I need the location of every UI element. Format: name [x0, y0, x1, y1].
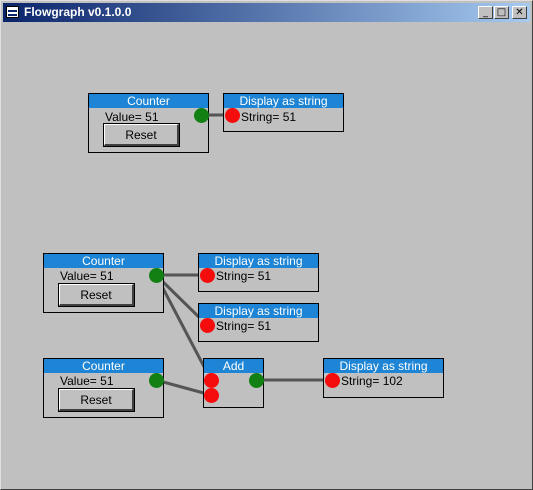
reset-button[interactable]: Reset	[103, 123, 180, 147]
counter-value: Value= 51	[105, 110, 159, 124]
input-port-add-a[interactable]	[204, 373, 219, 388]
reset-button[interactable]: Reset	[58, 283, 135, 307]
node-title[interactable]: Display as string	[199, 254, 318, 268]
input-port-display-3[interactable]	[200, 318, 215, 333]
node-title[interactable]: Display as string	[324, 359, 443, 373]
counter-node-2[interactable]: Counter Value= 51 Reset	[43, 253, 164, 313]
display-string: String= 102	[341, 374, 403, 388]
display-string: String= 51	[216, 269, 272, 283]
output-port-counter-2[interactable]	[149, 268, 164, 283]
counter-value: Value= 51	[60, 374, 114, 388]
node-title[interactable]: Display as string	[224, 94, 343, 108]
close-button[interactable]: ✕	[512, 6, 527, 19]
counter-value: Value= 51	[60, 269, 114, 283]
maximize-button[interactable]: □	[494, 6, 509, 19]
output-port-add[interactable]	[249, 373, 264, 388]
input-port-display-4[interactable]	[325, 373, 340, 388]
input-port-add-b[interactable]	[204, 388, 219, 403]
display-node-1[interactable]: Display as string String= 51	[223, 93, 344, 132]
input-port-display-1[interactable]	[225, 108, 240, 123]
node-title[interactable]: Counter	[89, 94, 208, 108]
counter-node-3[interactable]: Counter Value= 51 Reset	[43, 358, 164, 418]
node-title[interactable]: Counter	[44, 359, 163, 373]
display-string: String= 51	[216, 319, 272, 333]
display-string: String= 51	[241, 110, 297, 124]
output-port-counter-1[interactable]	[194, 108, 209, 123]
node-title[interactable]: Display as string	[199, 304, 318, 318]
node-title[interactable]: Add	[204, 359, 263, 373]
input-port-display-2[interactable]	[200, 268, 215, 283]
window-title: Flowgraph v0.1.0.0	[24, 5, 132, 19]
display-node-4[interactable]: Display as string String= 102	[323, 358, 444, 398]
title-bar[interactable]: Flowgraph v0.1.0.0 _ □ ✕	[3, 3, 530, 22]
display-node-2[interactable]: Display as string String= 51	[198, 253, 319, 292]
reset-button[interactable]: Reset	[58, 388, 135, 412]
node-title[interactable]: Counter	[44, 254, 163, 268]
counter-node-1[interactable]: Counter Value= 51 Reset	[88, 93, 209, 153]
minimize-button[interactable]: _	[478, 6, 493, 19]
display-node-3[interactable]: Display as string String= 51	[198, 303, 319, 342]
app-icon[interactable]	[6, 6, 19, 18]
output-port-counter-3[interactable]	[149, 373, 164, 388]
